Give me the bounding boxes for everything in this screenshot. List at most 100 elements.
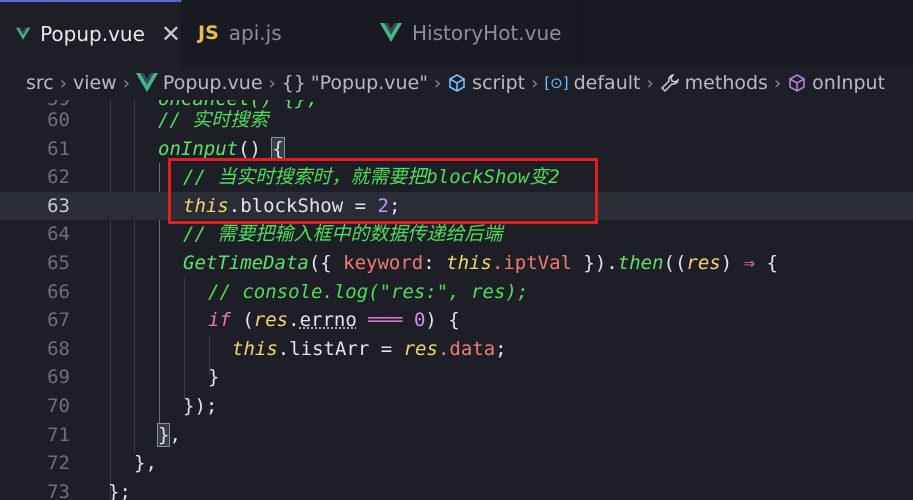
- tab-label: HistoryHot.vue: [412, 21, 562, 45]
- code-token: ;: [388, 194, 401, 217]
- code-comment: // console.log("res:", res);: [208, 280, 529, 303]
- code-token: {: [755, 252, 778, 274]
- close-icon[interactable]: ✕: [161, 20, 181, 48]
- breadcrumb-item-oninput[interactable]: onInput: [787, 72, 885, 94]
- code-token: .: [288, 309, 300, 332]
- code-token: .iptVal: [491, 252, 572, 274]
- line-number: 73: [47, 480, 70, 500]
- line-number: 63: [47, 194, 70, 217]
- code-token: ) {: [425, 309, 460, 332]
- code-token: (: [230, 309, 254, 332]
- code-line: 66 // console.log("res:", res);: [0, 278, 913, 307]
- tab-historyhot-vue[interactable]: HistoryHot.vue: [364, 0, 584, 66]
- line-number: 70: [47, 395, 70, 417]
- code-token: ,: [169, 423, 181, 446]
- breadcrumb-item-src[interactable]: src: [26, 72, 54, 94]
- breadcrumb-label: onInput: [812, 72, 886, 94]
- tab-label: api.js: [228, 21, 282, 45]
- code-line: 62 // 当实时搜索时，就需要把blockShow变2: [0, 163, 913, 192]
- code-line: 67 if (res.errno ═══ 0) {: [0, 306, 913, 335]
- vue-icon: [380, 23, 402, 42]
- code-token: :: [423, 252, 447, 274]
- line-number: 61: [47, 137, 70, 160]
- code-text: },: [134, 452, 157, 475]
- line-number: 68: [47, 337, 70, 360]
- breadcrumb-item-module[interactable]: {} "Popup.vue": [282, 72, 428, 94]
- wrench-icon: [660, 73, 679, 93]
- code-comment: // 实时搜索: [158, 109, 269, 131]
- editor-tab-bar: Popup.vue ✕ JS api.js HistoryHot.vue: [0, 0, 913, 66]
- breadcrumb-item-script[interactable]: script: [447, 72, 525, 94]
- code-token: ⇒: [743, 252, 756, 274]
- code-token: ({: [308, 252, 344, 274]
- line-number: 65: [47, 252, 70, 274]
- code-line: 73 };: [0, 478, 913, 500]
- breadcrumb-item-default[interactable]: [⊙] default: [544, 72, 640, 94]
- code-text: };: [108, 480, 131, 500]
- vue-icon: [16, 27, 31, 40]
- code-line: 72 },: [0, 449, 913, 478]
- code-line-current: 63 this.blockShow = 2;: [0, 191, 913, 221]
- tab-api-js[interactable]: JS api.js: [182, 0, 364, 66]
- breadcrumb-label: Popup.vue: [162, 72, 263, 94]
- line-number: 72: [47, 452, 70, 475]
- code-line: 65 GetTimeData({ keyword: this.iptVal })…: [0, 249, 913, 278]
- breadcrumb: src › view › Popup.vue › {} "Popup.vue" …: [0, 66, 913, 100]
- code-text: });: [183, 395, 218, 417]
- breadcrumb-label: methods: [684, 72, 768, 94]
- chevron-right-icon: ›: [773, 72, 782, 94]
- code-token: this: [446, 252, 492, 274]
- code-token: onInput: [158, 137, 239, 160]
- module-icon: [⊙]: [544, 74, 569, 92]
- code-token: then: [617, 252, 664, 274]
- code-line: 64 // 需要把输入框中的数据传递给后端: [0, 220, 913, 249]
- line-number: 66: [47, 280, 70, 303]
- code-token: errno: [299, 309, 357, 332]
- matched-bracket: }: [156, 422, 171, 447]
- code-line: 70 });: [0, 392, 913, 421]
- cube-icon: [449, 74, 465, 92]
- code-token: ((: [663, 252, 687, 274]
- vue-icon: [135, 73, 158, 92]
- code-token: (): [238, 137, 273, 160]
- code-editor[interactable]: 59 onCancel() {}, 60 // 实时搜索 61 onInput(…: [0, 100, 913, 500]
- code-token: ): [720, 252, 744, 274]
- breadcrumb-label: script: [472, 72, 526, 94]
- code-comment: // 当实时搜索时，就需要把blockShow变2: [183, 166, 560, 189]
- line-number: 64: [47, 223, 70, 246]
- code-token: GetTimeData: [183, 252, 309, 274]
- chevron-right-icon: ›: [646, 72, 654, 94]
- code-line: 60 // 实时搜索: [0, 106, 913, 135]
- code-token: }).: [571, 252, 618, 274]
- code-token: .blockShow =: [228, 194, 378, 217]
- code-line: 71 },: [0, 421, 913, 450]
- breadcrumb-item-view[interactable]: view: [73, 72, 117, 94]
- breadcrumb-label: view: [72, 72, 117, 94]
- chevron-right-icon: ›: [122, 72, 130, 94]
- code-token: ═══: [356, 309, 414, 332]
- code-token: if: [208, 309, 231, 332]
- code-line: 68 this.listArr = res.data;: [0, 335, 913, 364]
- code-token: res: [403, 337, 438, 360]
- chevron-right-icon: ›: [531, 72, 539, 94]
- line-number: 71: [47, 423, 70, 446]
- code-line: 61 onInput() {: [0, 135, 913, 164]
- matched-bracket: {: [271, 136, 285, 161]
- chevron-right-icon: ›: [433, 72, 442, 94]
- code-token: .listArr =: [277, 337, 404, 360]
- line-number: 69: [47, 366, 70, 389]
- line-number: 67: [47, 309, 70, 332]
- chevron-right-icon: ›: [268, 72, 276, 94]
- code-token: 2: [377, 194, 389, 217]
- code-text: }: [208, 366, 220, 389]
- breadcrumb-item-methods[interactable]: methods: [660, 72, 768, 94]
- tab-label: Popup.vue: [40, 22, 145, 46]
- code-token: keyword: [343, 252, 424, 274]
- tab-popup-vue[interactable]: Popup.vue ✕: [0, 0, 182, 66]
- code-token: ;: [495, 337, 507, 360]
- code-token: this: [183, 194, 229, 217]
- chevron-right-icon: ›: [59, 72, 67, 94]
- breadcrumb-item-file[interactable]: Popup.vue: [135, 72, 263, 94]
- js-icon: JS: [198, 22, 219, 44]
- line-number: 60: [47, 109, 70, 131]
